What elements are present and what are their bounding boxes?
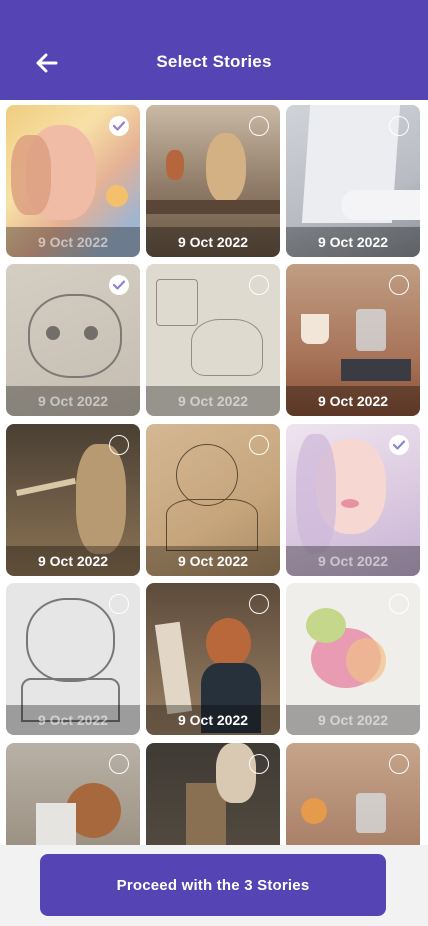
- story-tile[interactable]: 9 Oct 2022: [6, 105, 140, 257]
- story-date: 9 Oct 2022: [146, 546, 280, 576]
- unselected-circle-icon[interactable]: [249, 116, 269, 136]
- story-tile[interactable]: [6, 743, 140, 845]
- story-tile[interactable]: [286, 743, 420, 845]
- unselected-circle-icon[interactable]: [109, 594, 129, 614]
- proceed-button[interactable]: Proceed with the 3 Stories: [40, 854, 386, 916]
- story-tile[interactable]: 9 Oct 2022: [286, 264, 420, 416]
- story-date: 9 Oct 2022: [286, 386, 420, 416]
- story-tile[interactable]: [146, 743, 280, 845]
- story-tile[interactable]: 9 Oct 2022: [6, 424, 140, 576]
- page-title: Select Stories: [156, 52, 272, 71]
- unselected-circle-icon[interactable]: [249, 594, 269, 614]
- unselected-circle-icon[interactable]: [249, 435, 269, 455]
- story-date: 9 Oct 2022: [146, 227, 280, 257]
- unselected-circle-icon[interactable]: [389, 116, 409, 136]
- story-date: 9 Oct 2022: [146, 386, 280, 416]
- story-tile[interactable]: 9 Oct 2022: [146, 264, 280, 416]
- story-tile[interactable]: 9 Oct 2022: [286, 424, 420, 576]
- story-date: 9 Oct 2022: [146, 705, 280, 735]
- unselected-circle-icon[interactable]: [389, 594, 409, 614]
- unselected-circle-icon[interactable]: [389, 275, 409, 295]
- story-date: 9 Oct 2022: [286, 227, 420, 257]
- story-tile[interactable]: 9 Oct 2022: [146, 583, 280, 735]
- story-date: 9 Oct 2022: [6, 705, 140, 735]
- story-tile[interactable]: 9 Oct 2022: [286, 105, 420, 257]
- story-date: 9 Oct 2022: [286, 705, 420, 735]
- story-tile[interactable]: 9 Oct 2022: [6, 264, 140, 416]
- story-date: 9 Oct 2022: [6, 386, 140, 416]
- app-header: Select Stories: [0, 0, 428, 100]
- unselected-circle-icon[interactable]: [389, 754, 409, 774]
- story-date: 9 Oct 2022: [6, 546, 140, 576]
- story-grid: 9 Oct 2022 9 Oct 2022 9 Oct 2022 9 Oct 2…: [6, 105, 420, 845]
- unselected-circle-icon[interactable]: [249, 275, 269, 295]
- story-tile[interactable]: 9 Oct 2022: [146, 105, 280, 257]
- unselected-circle-icon[interactable]: [109, 754, 129, 774]
- unselected-circle-icon[interactable]: [109, 435, 129, 455]
- story-tile[interactable]: 9 Oct 2022: [6, 583, 140, 735]
- story-tile[interactable]: 9 Oct 2022: [146, 424, 280, 576]
- story-date: 9 Oct 2022: [286, 546, 420, 576]
- story-date: 9 Oct 2022: [6, 227, 140, 257]
- story-tile[interactable]: 9 Oct 2022: [286, 583, 420, 735]
- footer-bar: Proceed with the 3 Stories: [0, 845, 428, 926]
- unselected-circle-icon[interactable]: [249, 754, 269, 774]
